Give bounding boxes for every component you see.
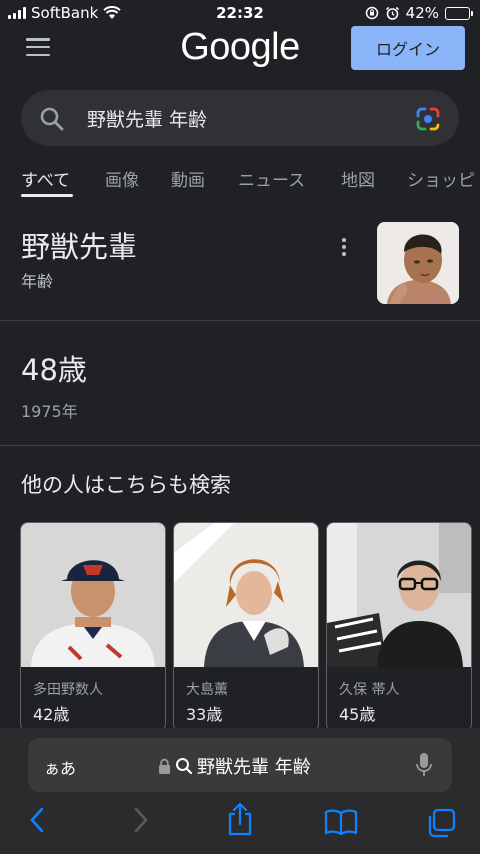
bookmarks-button[interactable] — [324, 808, 358, 840]
entity-image[interactable] — [377, 222, 459, 304]
share-icon — [228, 802, 252, 836]
age-answer: 48歳 — [21, 353, 87, 387]
chevron-right-icon — [134, 807, 148, 833]
people-carousel[interactable]: 多田野数人 42歳 大島薫 33歳 久保 帯人 45歳 — [0, 522, 480, 732]
person-name: 久保 帯人 — [339, 682, 400, 698]
microphone-icon[interactable] — [415, 752, 433, 778]
person-name: 多田野数人 — [33, 682, 103, 698]
reader-options-button[interactable]: ぁあ — [44, 755, 76, 779]
person-name: 大島薫 — [186, 682, 228, 698]
tab-shopping[interactable]: ショッピ — [407, 166, 475, 191]
login-button[interactable]: ログイン — [351, 26, 465, 70]
person-age: 42歳 — [33, 705, 70, 724]
url-text: 野獣先輩 年齢 — [197, 757, 311, 778]
search-icon — [176, 758, 193, 775]
url-field[interactable]: 野獣先輩 年齢 — [158, 753, 311, 779]
search-box[interactable]: 野獣先輩 年齢 — [21, 90, 459, 146]
person-card[interactable]: 久保 帯人 45歳 — [326, 522, 472, 732]
tabs-icon — [428, 808, 456, 838]
person-age: 33歳 — [186, 705, 223, 724]
address-bar[interactable]: ぁあ 野獣先輩 年齢 — [28, 738, 452, 792]
search-tabs: すべて 画像 動画 ニュース 地図 ショッピ — [0, 166, 480, 197]
back-button[interactable] — [28, 806, 48, 838]
chevron-left-icon — [30, 807, 44, 833]
tab-all[interactable]: すべて — [21, 166, 70, 191]
lock-icon — [159, 758, 170, 774]
section-divider — [0, 445, 480, 446]
people-also-search-heading: 他の人はこちらも検索 — [21, 473, 231, 497]
person-photo — [174, 523, 318, 667]
birth-year: 1975年 — [21, 402, 78, 421]
person-photo — [327, 523, 471, 667]
person-age: 45歳 — [339, 705, 376, 724]
status-right: 42% — [365, 4, 473, 22]
bookmarks-icon — [324, 809, 358, 836]
orientation-lock-icon — [365, 6, 378, 20]
entity-title: 野獣先輩 — [21, 230, 138, 264]
battery-icon — [445, 6, 473, 20]
tabs-button[interactable] — [426, 808, 456, 842]
tab-images[interactable]: 画像 — [105, 166, 139, 191]
alarm-icon — [385, 6, 399, 20]
google-lens-icon[interactable] — [415, 106, 441, 132]
tab-videos[interactable]: 動画 — [171, 166, 205, 191]
person-card[interactable]: 大島薫 33歳 — [173, 522, 319, 732]
status-bar: SoftBank 22:32 42% — [0, 0, 480, 26]
section-divider — [0, 320, 480, 321]
tab-maps[interactable]: 地図 — [341, 166, 375, 191]
active-tab-indicator — [21, 194, 73, 197]
more-options-icon[interactable] — [340, 238, 348, 256]
search-query[interactable]: 野獣先輩 年齢 — [87, 105, 207, 132]
tab-news[interactable]: ニュース — [238, 166, 305, 191]
person-photo — [21, 523, 165, 667]
entity-subtitle: 年齢 — [21, 272, 54, 291]
search-icon — [40, 107, 64, 131]
share-button[interactable] — [226, 802, 254, 840]
person-card[interactable]: 多田野数人 42歳 — [20, 522, 166, 732]
browser-nav — [0, 802, 480, 846]
forward-button[interactable] — [130, 806, 150, 838]
battery-percent: 42% — [405, 4, 439, 22]
